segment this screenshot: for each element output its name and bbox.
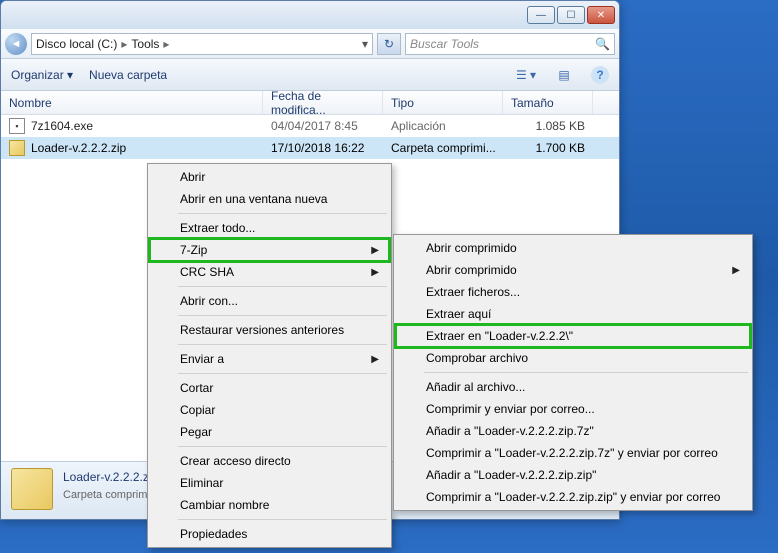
file-date: 04/04/2017 8:45: [263, 119, 383, 133]
menu-separator: [178, 315, 387, 316]
breadcrumb[interactable]: Disco local (C:) ▸ Tools ▸ ▾: [31, 33, 373, 55]
breadcrumb-part[interactable]: Disco local (C:): [36, 37, 117, 51]
refresh-button[interactable]: ↻: [377, 33, 401, 55]
file-row[interactable]: ▪ 7z1604.exe 04/04/2017 8:45Aplicación1.08…: [1, 115, 619, 137]
menu-item[interactable]: Comprimir a "Loader-v.2.2.2.zip.7z" y en…: [396, 442, 750, 464]
menu-separator: [178, 446, 387, 447]
menu-item[interactable]: Copiar: [150, 399, 389, 421]
7zip-submenu: Abrir comprimidoAbrir comprimido▶Extraer…: [393, 234, 753, 511]
menu-separator: [178, 213, 387, 214]
menu-item[interactable]: Comprobar archivo: [396, 347, 750, 369]
menu-item[interactable]: Abrir: [150, 166, 389, 188]
back-button[interactable]: ◄: [5, 33, 27, 55]
chevron-right-icon: ▸: [117, 37, 131, 51]
menu-item[interactable]: Crear acceso directo: [150, 450, 389, 472]
menu-item[interactable]: Extraer todo...: [150, 217, 389, 239]
menu-separator: [178, 286, 387, 287]
chevron-right-icon: ▸: [159, 37, 173, 51]
organize-button[interactable]: Organizar ▾: [11, 68, 73, 82]
menu-item[interactable]: Restaurar versiones anteriores: [150, 319, 389, 341]
menu-item[interactable]: Propiedades: [150, 523, 389, 545]
submenu-arrow-icon: ▶: [371, 245, 379, 256]
toolbar: Organizar ▾ Nueva carpeta ☰ ▾ ▤ ?: [1, 59, 619, 91]
menu-separator: [424, 372, 748, 373]
menu-item[interactable]: Comprimir y enviar por correo...: [396, 398, 750, 420]
menu-separator: [178, 519, 387, 520]
menu-item[interactable]: Eliminar: [150, 472, 389, 494]
menu-item[interactable]: Abrir comprimido▶: [396, 259, 750, 281]
file-type: Carpeta comprimi...: [383, 141, 503, 155]
file-name: 7z1604.exe: [31, 119, 93, 133]
details-filename: Loader-v.2.2.2.zip: [63, 470, 158, 484]
exe-icon: ▪: [9, 118, 25, 134]
file-size: 1.085 KB: [503, 119, 593, 133]
preview-pane-button[interactable]: ▤: [553, 64, 575, 86]
dropdown-arrow-icon[interactable]: ▾: [362, 37, 368, 51]
column-headers: Nombre Fecha de modifica... Tipo Tamaño: [1, 91, 619, 115]
navigation-bar: ◄ Disco local (C:) ▸ Tools ▸ ▾ ↻ Buscar …: [1, 29, 619, 59]
menu-item[interactable]: Abrir en una ventana nueva: [150, 188, 389, 210]
menu-item[interactable]: Añadir al archivo...: [396, 376, 750, 398]
menu-item[interactable]: 7-Zip▶: [150, 239, 389, 261]
menu-item[interactable]: Cambiar nombre: [150, 494, 389, 516]
menu-separator: [178, 373, 387, 374]
file-size: 1.700 KB: [503, 141, 593, 155]
breadcrumb-part[interactable]: Tools: [131, 37, 159, 51]
file-list: ▪ 7z1604.exe 04/04/2017 8:45Aplicación1.08…: [1, 115, 619, 159]
column-name[interactable]: Nombre: [1, 91, 263, 114]
zip-icon: [9, 140, 25, 156]
menu-item[interactable]: Extraer aquí: [396, 303, 750, 325]
menu-item[interactable]: Comprimir a "Loader-v.2.2.2.zip.zip" y e…: [396, 486, 750, 508]
maximize-button[interactable]: ☐: [557, 6, 585, 24]
menu-item[interactable]: Extraer en "Loader-v.2.2.2\": [396, 325, 750, 347]
file-name: Loader-v.2.2.2.zip: [31, 141, 126, 155]
menu-item[interactable]: Pegar: [150, 421, 389, 443]
view-options-button[interactable]: ☰ ▾: [515, 64, 537, 86]
menu-separator: [178, 344, 387, 345]
submenu-arrow-icon: ▶: [732, 265, 740, 276]
search-icon: 🔍: [595, 37, 610, 51]
menu-item[interactable]: Cortar: [150, 377, 389, 399]
search-placeholder: Buscar Tools: [410, 37, 479, 51]
column-date[interactable]: Fecha de modifica...: [263, 91, 383, 114]
help-button[interactable]: ?: [591, 66, 609, 84]
column-type[interactable]: Tipo: [383, 91, 503, 114]
menu-item[interactable]: Añadir a "Loader-v.2.2.2.zip.7z": [396, 420, 750, 442]
file-date: 17/10/2018 16:22: [263, 141, 383, 155]
menu-item[interactable]: Abrir comprimido: [396, 237, 750, 259]
zip-icon: [11, 468, 53, 510]
menu-item[interactable]: Añadir a "Loader-v.2.2.2.zip.zip": [396, 464, 750, 486]
menu-item[interactable]: Abrir con...: [150, 290, 389, 312]
submenu-arrow-icon: ▶: [371, 267, 379, 278]
search-input[interactable]: Buscar Tools 🔍: [405, 33, 615, 55]
menu-item[interactable]: Extraer ficheros...: [396, 281, 750, 303]
minimize-button[interactable]: —: [527, 6, 555, 24]
file-type: Aplicación: [383, 119, 503, 133]
file-row[interactable]: Loader-v.2.2.2.zip 17/10/2018 16:22Carpet…: [1, 137, 619, 159]
close-button[interactable]: ✕: [587, 6, 615, 24]
menu-item[interactable]: CRC SHA▶: [150, 261, 389, 283]
submenu-arrow-icon: ▶: [371, 354, 379, 365]
column-size[interactable]: Tamaño: [503, 91, 593, 114]
titlebar: — ☐ ✕: [1, 1, 619, 29]
new-folder-button[interactable]: Nueva carpeta: [89, 68, 167, 82]
menu-item[interactable]: Enviar a▶: [150, 348, 389, 370]
context-menu: AbrirAbrir en una ventana nueva Extraer t…: [147, 163, 392, 548]
